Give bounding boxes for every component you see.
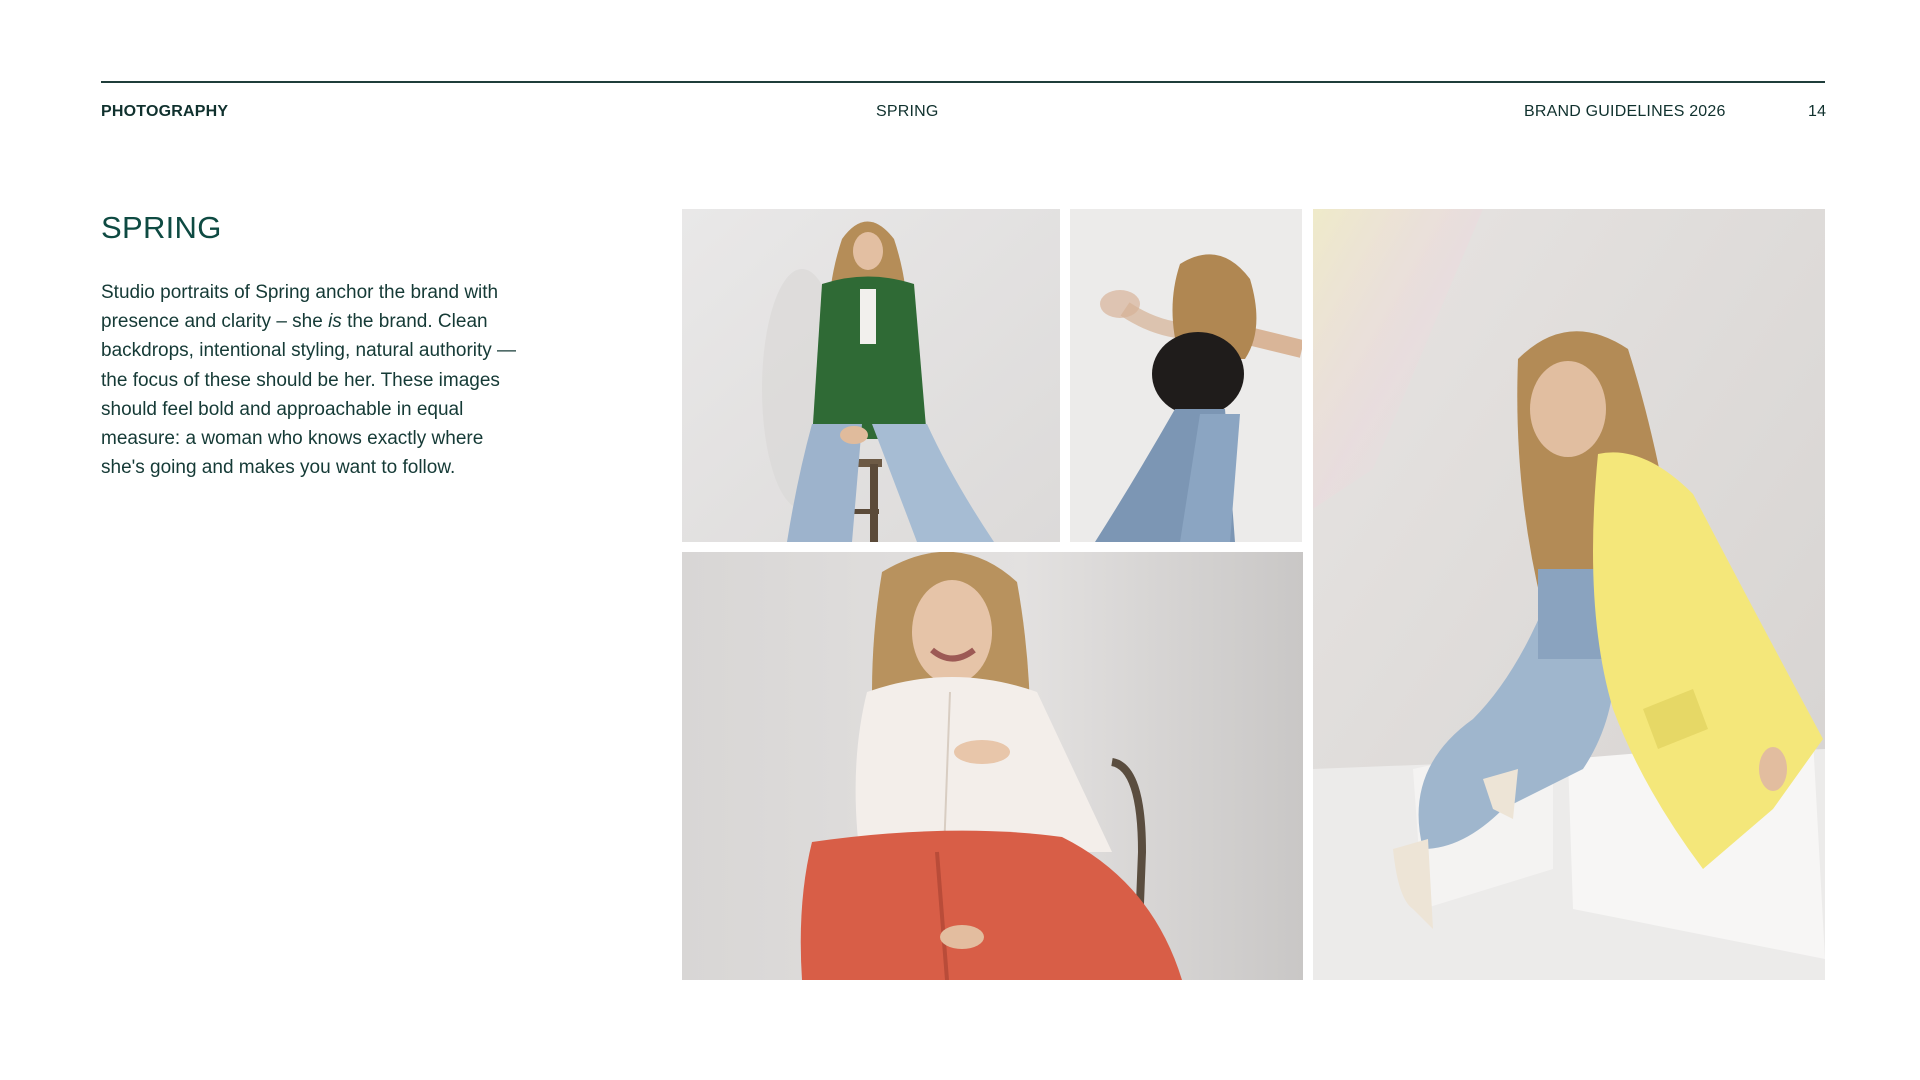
photo-red-trousers-portrait (682, 552, 1303, 980)
body-paragraph: Studio portraits of Spring anchor the br… (101, 278, 521, 482)
header-section: PHOTOGRAPHY (101, 103, 229, 120)
page-title: SPRING (101, 210, 222, 245)
body-text-emphasis: is (328, 311, 342, 333)
photo-green-blazer-portrait (682, 209, 1060, 542)
body-text-part2: the brand. Clean backdrops, intentional … (101, 311, 517, 479)
page-number: 14 (1808, 103, 1827, 120)
header-topic: SPRING (876, 103, 939, 120)
photo-yellow-blazer-portrait (1313, 209, 1825, 980)
header-document-title: BRAND GUIDELINES 2026 (1524, 103, 1726, 120)
photo-motion-portrait (1070, 209, 1302, 542)
header-rule (101, 81, 1825, 83)
